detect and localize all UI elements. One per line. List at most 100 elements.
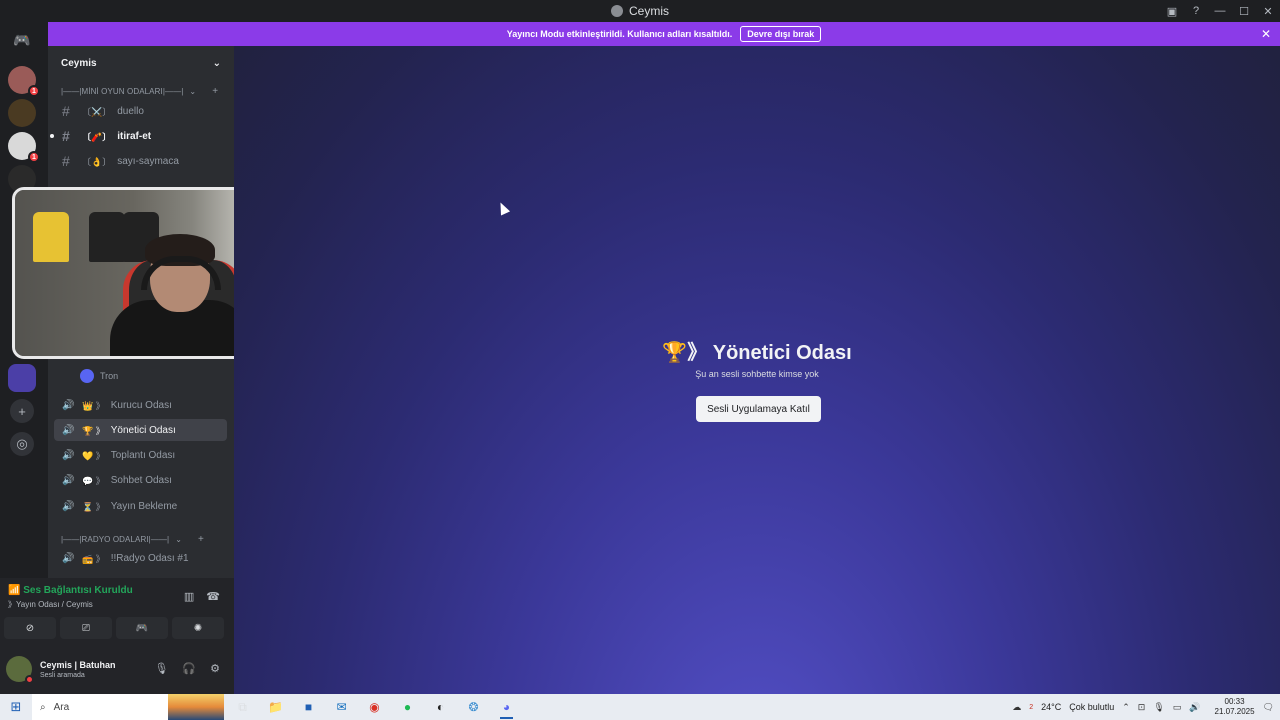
clock-date: 21.07.2025 [1214,707,1255,716]
join-voice-button[interactable]: Sesli Uygulamaya Katıl [696,396,821,422]
inbox-icon[interactable]: ▣ [1160,5,1184,18]
add-channel-icon[interactable]: + [212,86,218,97]
chevron-down-icon: ⌄ [175,534,183,544]
noise-suppression-icon[interactable]: ▥ [184,590,194,603]
clock[interactable]: 00:33 21.07.2025 [1215,697,1255,717]
chevron-up-icon[interactable]: ⌃ [1122,702,1130,713]
voice-panel-actions: ▥ ☎ [184,590,220,603]
channel-emoji: 📻 》 [82,553,105,564]
add-channel-icon[interactable]: + [198,534,204,545]
volume-icon[interactable]: 🔊 [1189,702,1200,713]
server-name: Ceymis [61,57,97,69]
room-subtitle: Şu an sesli sohbette kimse yok [695,369,819,379]
user-name: Ceymis | Batuhan [40,659,116,670]
server-icon[interactable]: 1 [8,66,40,97]
voice-user-tron[interactable]: Tron [80,369,118,383]
channel-sohbet-odasi[interactable]: 🔊 💬 》 Sohbet Odası [54,469,227,491]
system-tray: ☁ 2 24°C Çok bulutlu ⌃ ⊡ 🎙 ▭ 🔊 00:33 21.… [1012,694,1280,720]
server-icon[interactable] [8,364,36,392]
jersey-decoration [89,212,125,262]
minimize-button[interactable]: — [1208,5,1232,17]
window-titlebar: Ceymis ▣ ? — ☐ ✕ [0,0,1280,22]
notification-icon[interactable]: 🗨 [1263,702,1274,713]
weather-temp[interactable]: 24°C [1041,702,1061,712]
channel-label: sayı-saymaca [117,155,179,167]
search-highlight-art [168,694,224,720]
category-mini-oyun[interactable]: |——|MİNİ OYUN ODALARI|——| ⌄ + [61,84,218,98]
window-controls: ▣ ? — ☐ ✕ [1160,0,1280,22]
channel-emoji: ⏳ 》 [82,501,105,512]
file-explorer-icon[interactable]: 📁 [259,694,292,720]
maximize-button[interactable]: ☐ [1232,5,1256,18]
channel-itiraf-et[interactable]: # 〔🧨〕 itiraf-et [50,125,227,147]
channel-label: duello [117,105,144,117]
channel-emoji: 〔👌〕 [82,156,112,167]
channel-sayi-saymaca[interactable]: # 〔👌〕 sayı-saymaca [54,150,227,172]
weather-icon[interactable]: ☁ [1012,702,1021,713]
server-header[interactable]: Ceymis ⌄ [48,46,234,80]
channel-radyo-odasi-1[interactable]: 🔊 📻 》 !!Radyo Odası #1 [54,547,227,569]
microphone-icon[interactable]: 🎙 [1153,702,1164,713]
server-avatar-icon [610,5,623,17]
status-indicator [25,675,34,684]
activities-button[interactable]: 🎮 [116,617,168,639]
discord-home-icon[interactable]: 🎮 [8,26,36,54]
discord-taskbar-icon[interactable]: ◕ [490,694,523,720]
help-icon[interactable]: ? [1184,5,1208,17]
channel-kurucu-odasi[interactable]: 🔊 👑 》 Kurucu Odası [54,394,227,416]
channel-label: Kurucu Odası [110,399,172,411]
store-icon[interactable]: ■ [292,694,325,720]
channel-emoji: 👑 》 [82,400,105,411]
windows-start-icon[interactable]: ⊞ [0,694,32,720]
text-channel-icon: # [62,103,70,119]
disable-streamer-mode-button[interactable]: Devre dışı bırak [740,26,822,42]
avatar[interactable] [6,656,34,684]
disconnect-icon[interactable]: ☎ [206,590,220,603]
speaker-icon: 🔊 [62,449,75,461]
channel-yonetici-odasi[interactable]: 🔊 🏆 》 Yönetici Odası [54,419,227,441]
jersey-decoration [33,212,69,262]
voice-location[interactable]: 》Yayın Odası / Ceymis [8,599,93,610]
gear-icon[interactable]: ⚙ [210,662,220,675]
task-view-icon[interactable]: ⧉ [226,694,259,720]
channel-toplanti-odasi[interactable]: 🔊 💛 》 Toplantı Odası [54,444,227,466]
speaker-icon: 🔊 [62,474,75,486]
channel-duello[interactable]: # 〔⚔️〕 duello [54,100,227,122]
search-icon: ⌕ [40,701,46,713]
taskbar: ⊞ ⌕ Ara ⧉ 📁 ■ ✉ ◉ ● ◐ ❂ ◕ ☁ 2 24°C Çok b… [0,694,1280,720]
chrome-icon[interactable]: ◉ [358,694,391,720]
category-radyo[interactable]: |——|RADYO ODALARI|——| ⌄ + [61,532,204,546]
channel-label: Sohbet Odası [110,474,172,486]
microphone-icon[interactable]: 🎙 [154,662,168,675]
banner-close-icon[interactable]: ✕ [1261,27,1271,41]
server-icon[interactable] [8,99,36,127]
channel-label: Yayın Bekleme [110,500,178,512]
user-panel: Ceymis | Batuhan Sesli aramada 🎙 🎧 ⚙ [6,652,228,686]
explore-servers-icon[interactable]: ◎ [10,432,34,456]
outlook-icon[interactable]: ✉ [325,694,358,720]
headphones-icon[interactable]: 🎧 [182,662,196,675]
weather-desc[interactable]: Çok bulutlu [1069,702,1114,712]
camera-off-button[interactable]: ⊘ [4,617,56,639]
screen-icon[interactable]: ⊡ [1138,702,1146,713]
notification-badge: 1 [28,151,40,163]
channel-yayin-bekleme[interactable]: 🔊 ⏳ 》 Yayın Bekleme [54,495,227,517]
channel-label: itiraf-et [117,130,152,142]
network-icon[interactable]: ▭ [1173,702,1182,713]
add-server-icon[interactable]: + [10,399,34,423]
voice-user-name: Tron [100,371,119,381]
chevron-down-icon: ⌄ [189,86,197,96]
spotify-icon[interactable]: ● [391,694,424,720]
share-screen-button[interactable]: ⎚ [60,617,112,639]
speaker-icon: 🔊 [62,424,75,436]
network-app-icon[interactable]: ❂ [457,694,490,720]
taskbar-search[interactable]: ⌕ Ara [32,694,224,720]
channel-label: Toplantı Odası [110,449,176,461]
obs-icon[interactable]: ◐ [424,694,457,720]
clock-time: 00:33 [1224,697,1245,706]
channel-emoji: 〔🧨〕 [82,131,112,142]
user-info[interactable]: Ceymis | Batuhan Sesli aramada [40,660,116,679]
close-window-button[interactable]: ✕ [1256,5,1280,18]
server-icon[interactable]: 1 [8,132,40,163]
soundboard-button[interactable]: ✺ [172,617,224,639]
